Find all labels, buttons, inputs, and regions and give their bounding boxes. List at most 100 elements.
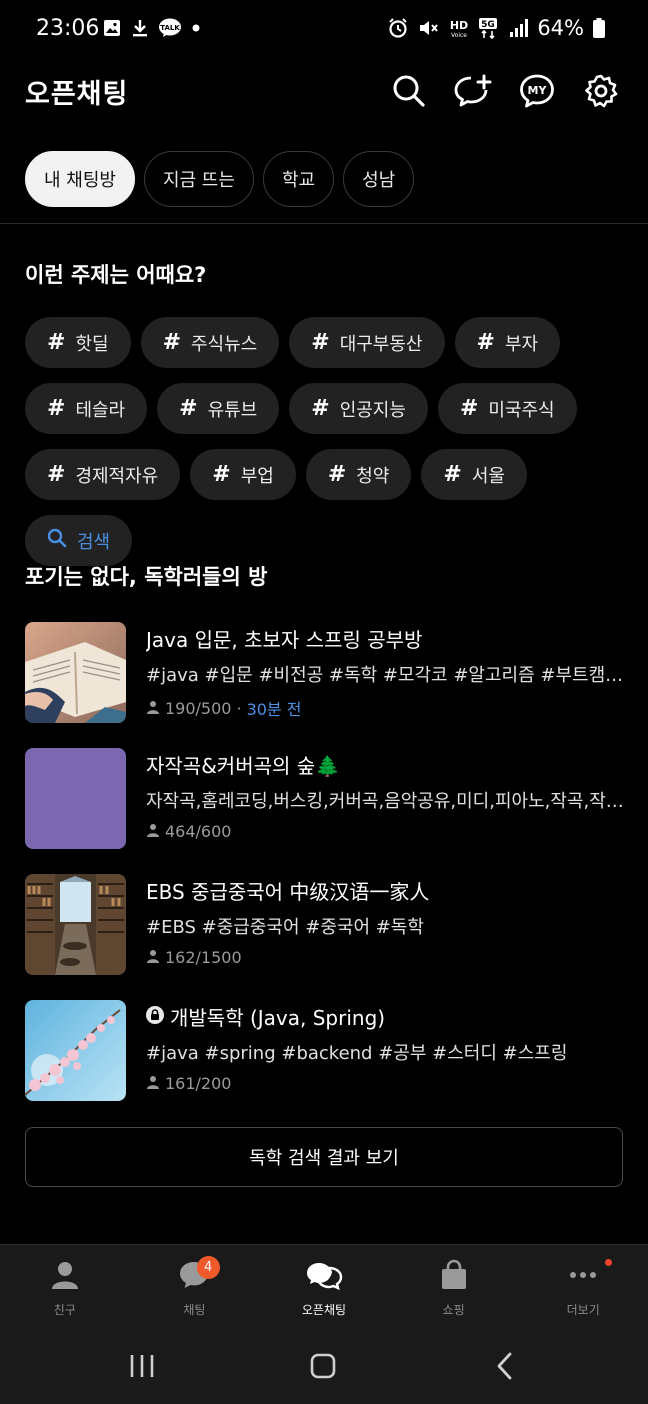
topic-chip[interactable]: # 서울 [421,449,527,500]
nav-item-chats[interactable]: 4 채팅 [130,1245,260,1328]
room-thumbnail-blossom [25,1000,126,1101]
nav-item-open-chat[interactable]: 오픈채팅 [259,1245,389,1328]
room-meta: 162/1500 [146,948,625,967]
room-list-item[interactable]: Java 입문, 초보자 스프링 공부방 #java #입문 #비전공 #독학 … [25,622,625,723]
battery-percent: 64% [537,16,584,40]
hash-icon: # [476,330,495,355]
tab-trending[interactable]: 지금 뜨는 [143,151,254,207]
svg-text:HD: HD [450,19,468,32]
unread-badge: 4 [196,1256,220,1279]
room-info: EBS 중급중국어 中级汉语一家人 #EBS #중급중국어 #중국어 #독학 1… [146,874,625,975]
room-title: 개발독학 (Java, Spring) [146,1002,625,1031]
topic-label: 경제적자유 [75,465,159,487]
recent-apps-icon[interactable] [122,1348,162,1384]
topic-chip[interactable]: # 부자 [454,317,561,368]
see-search-results-button[interactable]: 독학 검색 결과 보기 [25,1127,623,1187]
status-right: HD Voice 5G 64% [387,16,614,40]
battery-icon [592,17,614,39]
room-thumbnail-book [25,622,126,723]
topics-title: 이런 주제는 어때요? [25,263,207,287]
members-icon [146,822,160,841]
member-count: 464/600 [165,822,232,841]
hash-icon: # [47,396,66,421]
nav-item-shopping[interactable]: 쇼핑 [389,1245,519,1328]
room-thumbnail-solid [25,748,126,849]
room-meta: 464/600 [146,822,625,841]
room-info: 개발독학 (Java, Spring) #java #spring #backe… [146,1000,625,1101]
room-title: EBS 중급중국어 中级汉语一家人 [146,876,625,905]
topic-label: 인공지능 [339,399,406,421]
search-icon[interactable] [390,72,428,110]
svg-text:Voice: Voice [451,32,467,39]
bottom-nav: 친구 4 채팅 오픈채팅 쇼핑 더보기 [0,1244,648,1328]
member-count: 162/1500 [165,948,242,967]
topic-chip[interactable]: # 부업 [190,449,296,500]
topic-label: 미국주식 [488,399,555,421]
topic-chips: # 핫딜 # 주식뉴스 # 대구부동산 # 부자 # 테슬라 # 유튜브 # 인공지능 # 미국… [25,317,625,566]
open-chat-icon [305,1259,343,1295]
nav-label: 더보기 [566,1303,600,1317]
topic-chip[interactable]: # 유튜브 [157,383,280,434]
nav-item-more[interactable]: 더보기 [518,1245,648,1328]
topic-search-button[interactable]: 검색 [25,515,133,566]
svg-text:TALK: TALK [160,24,180,32]
meta-separator: · [236,698,242,718]
back-icon[interactable] [485,1348,525,1384]
topic-chip[interactable]: # 경제적자유 [25,449,181,500]
nav-label: 오픈채팅 [301,1303,347,1317]
nav-label: 친구 [53,1303,76,1317]
rooms-section-title: 포기는 없다, 독학러들의 방 [25,565,268,589]
tab-school[interactable]: 학교 [262,151,335,207]
room-title: Java 입문, 초보자 스프링 공부방 [146,624,625,653]
topic-chip[interactable]: # 청약 [305,449,412,500]
tab-my-chatrooms[interactable]: 내 채팅방 [25,151,135,207]
topic-chip[interactable]: # 테슬라 [25,383,148,434]
nav-item-friends[interactable]: 친구 [0,1245,130,1328]
room-info: 자작곡&커버곡의 숲🌲 자작곡,홈레코딩,버스킹,커버곡,음악공유,미디,피아노… [146,748,625,849]
room-list-item[interactable]: 개발독학 (Java, Spring) #java #spring #backe… [25,1000,625,1101]
person-icon [49,1259,81,1295]
room-title-text: 자작곡&커버곡의 숲🌲 [146,754,341,778]
my-icon[interactable]: MY [518,72,556,110]
recent-activity: 30분 전 [246,700,302,719]
topic-label: 서울 [471,465,505,487]
status-left-icons: TALK [102,18,206,38]
hash-icon: # [443,462,462,487]
topic-chip[interactable]: # 핫딜 [25,317,131,368]
room-list-item[interactable]: 자작곡&커버곡의 숲🌲 자작곡,홈레코딩,버스킹,커버곡,음악공유,미디,피아노… [25,748,625,849]
tab-seongnam[interactable]: 성남 [343,151,415,207]
mute-icon [417,17,439,39]
topic-chip[interactable]: # 미국주식 [437,383,577,434]
topic-chip[interactable]: # 인공지능 [289,383,428,434]
hash-icon: # [47,462,66,487]
topic-label: 주식뉴스 [191,333,258,355]
hash-icon: # [327,462,347,487]
room-thumbnail-library [25,874,126,975]
hash-icon: # [162,330,181,355]
settings-icon[interactable] [582,72,620,110]
topic-label: 유튜브 [207,399,258,421]
svg-text:5G: 5G [481,20,495,30]
room-list-item[interactable]: EBS 중급중국어 中级汉语一家人 #EBS #중급중국어 #중국어 #독학 1… [25,874,625,975]
room-title: 자작곡&커버곡의 숲🌲 [146,750,625,779]
hash-icon: # [459,396,479,421]
5g-icon: 5G [477,17,499,40]
nav-label: 쇼핑 [442,1303,465,1317]
header-icons: MY [390,72,620,110]
dot-icon [186,18,206,38]
shopping-bag-icon [438,1259,470,1295]
gallery-icon [102,18,122,38]
topic-label: 청약 [356,465,390,487]
home-icon[interactable] [303,1348,343,1384]
notification-dot [604,1259,612,1266]
members-icon [146,948,160,967]
room-tags: #EBS #중급중국어 #중국어 #독학 [146,917,424,938]
topic-label: 부자 [504,333,539,355]
new-chat-icon[interactable] [454,72,492,110]
topic-chip[interactable]: # 대구부동산 [289,317,445,368]
topic-chip[interactable]: # 주식뉴스 [140,317,280,368]
signal-icon [507,17,529,39]
room-meta: 161/200 [146,1074,625,1093]
members-icon [146,1074,160,1093]
talk-icon: TALK [158,18,181,38]
